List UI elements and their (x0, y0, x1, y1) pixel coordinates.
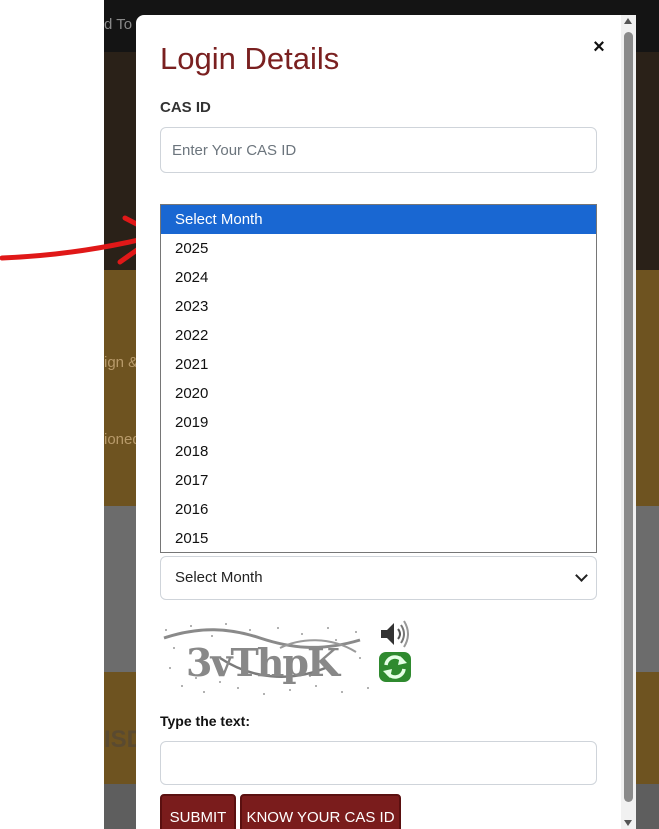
background-text-top: d To (104, 16, 133, 33)
modal-title: Login Details (160, 41, 340, 76)
month-select[interactable]: Select Month (160, 556, 597, 600)
cas-id-label: CAS ID (160, 99, 211, 116)
dropdown-option-2015[interactable]: 2015 (161, 524, 596, 553)
background-text-mid1: ign & (104, 354, 139, 371)
month-select-value: Select Month (175, 569, 263, 586)
cas-id-input[interactable] (160, 127, 597, 173)
chevron-down-icon (575, 569, 588, 582)
dropdown-option-select-month[interactable]: Select Month (161, 205, 596, 234)
submit-button[interactable]: SUBMIT (160, 794, 236, 829)
refresh-icon[interactable] (378, 651, 412, 683)
dropdown-option-2025[interactable]: 2025 (161, 234, 596, 263)
dropdown-option-2024[interactable]: 2024 (161, 263, 596, 292)
scrollbar-thumb[interactable] (624, 32, 633, 802)
svg-text:3vThpK: 3vThpK (186, 640, 342, 685)
login-modal: Login Details × CAS ID Select Month 2025… (136, 15, 636, 829)
month-dropdown-list[interactable]: Select Month 2025 2024 2023 2022 2021 20… (160, 204, 597, 553)
know-your-cas-id-button[interactable]: KNOW YOUR CAS ID (240, 794, 401, 829)
captcha-text-input[interactable] (160, 741, 597, 785)
dropdown-option-2019[interactable]: 2019 (161, 408, 596, 437)
dropdown-option-2017[interactable]: 2017 (161, 466, 596, 495)
captcha-image: 3vThpK (163, 623, 369, 695)
scrollbar[interactable] (621, 15, 636, 829)
dropdown-option-2016[interactable]: 2016 (161, 495, 596, 524)
close-icon[interactable]: × (589, 36, 609, 58)
dropdown-option-2023[interactable]: 2023 (161, 292, 596, 321)
dropdown-option-2020[interactable]: 2020 (161, 379, 596, 408)
speaker-icon[interactable] (378, 619, 412, 649)
scroll-down-arrow-icon[interactable] (624, 820, 632, 826)
dropdown-option-2021[interactable]: 2021 (161, 350, 596, 379)
dropdown-option-2022[interactable]: 2022 (161, 321, 596, 350)
scroll-up-arrow-icon[interactable] (624, 18, 632, 24)
screenshot: d To ign & ioned ISD Login Details × CAS… (0, 0, 659, 829)
dropdown-option-2018[interactable]: 2018 (161, 437, 596, 466)
type-text-label: Type the text: (160, 713, 250, 729)
